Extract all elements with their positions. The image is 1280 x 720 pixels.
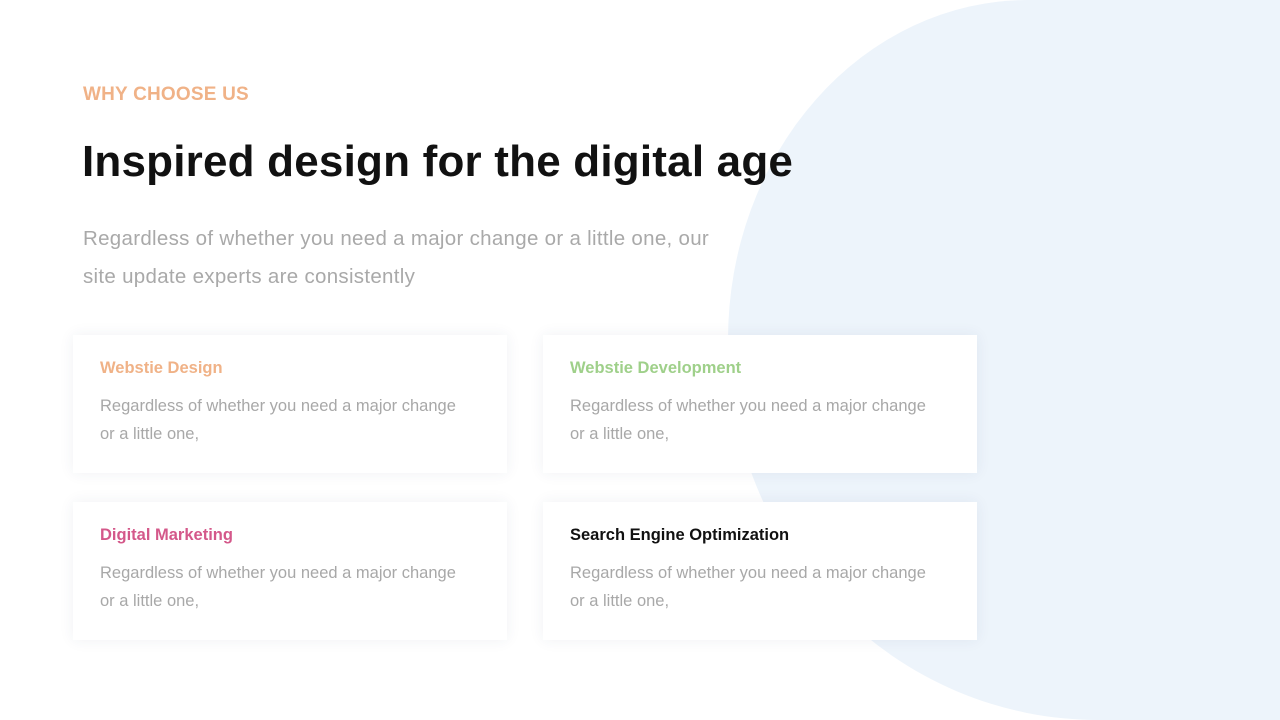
service-card-seo: Search Engine Optimization Regardless of…	[543, 502, 977, 640]
service-card-digital-marketing: Digital Marketing Regardless of whether …	[73, 502, 507, 640]
service-card-title: Digital Marketing	[100, 526, 233, 544]
service-card-title: Webstie Development	[570, 359, 742, 377]
service-card-text: Regardless of whether you need a major c…	[100, 397, 456, 443]
service-card-website-design: Webstie Design Regardless of whether you…	[73, 335, 507, 473]
page-title: Inspired design for the digital age	[82, 137, 794, 186]
section-eyebrow: WHY CHOOSE US	[83, 84, 249, 105]
why-choose-us-section: WHY CHOOSE US Inspired design for the di…	[0, 0, 1280, 720]
service-card-text: Regardless of whether you need a major c…	[100, 564, 456, 610]
service-card-title: Webstie Design	[100, 359, 223, 377]
service-card-text: Regardless of whether you need a major c…	[570, 397, 926, 443]
service-card-title: Search Engine Optimization	[570, 526, 790, 544]
service-card-website-development: Webstie Development Regardless of whethe…	[543, 335, 977, 473]
service-card-text: Regardless of whether you need a major c…	[570, 564, 926, 610]
section-lead-text: Regardless of whether you need a major c…	[83, 227, 710, 288]
